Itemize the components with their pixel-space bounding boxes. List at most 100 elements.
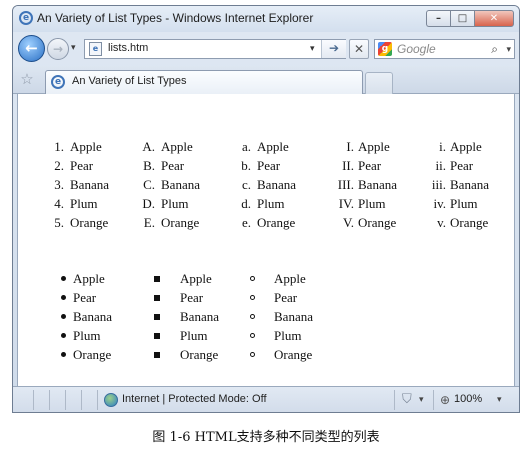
status-divider: [49, 390, 50, 410]
list-item-text: Pear: [450, 158, 474, 173]
maximize-button[interactable]: □: [450, 10, 474, 27]
address-input[interactable]: lists.htm: [108, 42, 148, 54]
list-marker: D.: [142, 196, 155, 211]
list-item-text: Orange: [180, 347, 219, 362]
list-marker: i.: [439, 139, 446, 154]
list-item-text: Orange: [358, 215, 397, 230]
search-icon[interactable]: ⌕: [491, 41, 498, 57]
list-item-text: Plum: [257, 196, 285, 211]
stop-button[interactable]: ✕: [349, 39, 369, 59]
list-marker: III.: [337, 177, 354, 192]
list-marker: 1.: [54, 139, 64, 154]
status-divider: [394, 390, 395, 410]
recent-pages-dropdown[interactable]: ▾: [71, 40, 76, 56]
list-marker: iii.: [431, 177, 446, 192]
address-dropdown-icon[interactable]: ▾: [310, 41, 315, 57]
list-item-text: Apple: [73, 271, 105, 286]
status-divider: [65, 390, 66, 410]
disc-bullet-icon: [61, 276, 66, 281]
status-divider: [97, 390, 98, 410]
security-zone-text[interactable]: Internet | Protected Mode: Off: [122, 393, 267, 405]
list-marker: a.: [241, 139, 251, 154]
tab-bar: ☆ e An Variety of List Types: [13, 66, 519, 94]
list-item-text: Pear: [73, 290, 97, 305]
list-item-text: Banana: [450, 177, 489, 192]
square-bullet-icon: [154, 314, 160, 320]
list-item-text: Plum: [73, 328, 101, 343]
page-content: 1. Apple 2. Pear 3. Banana 4. Plum 5. Orange A. App…: [17, 94, 515, 386]
list-item-text: Banana: [358, 177, 397, 192]
google-icon: g: [378, 42, 392, 56]
forward-button[interactable]: →: [47, 38, 69, 60]
square-bullet-icon: [154, 352, 160, 358]
list-item-text: Pear: [358, 158, 382, 173]
list-item-text: Apple: [274, 271, 306, 286]
list-marker: I.: [346, 139, 354, 154]
close-button[interactable]: ✕: [474, 10, 514, 27]
zoom-icon[interactable]: ⊕: [440, 392, 450, 408]
zoom-dropdown[interactable]: ▾: [497, 393, 502, 407]
window-title: An Variety of List Types - Windows Inter…: [37, 11, 314, 25]
page-icon: e: [89, 42, 102, 56]
list-item-text: Orange: [450, 215, 489, 230]
search-options-dropdown[interactable]: ▾: [506, 42, 511, 58]
disc-bullet-icon: [61, 295, 66, 300]
tab-label: An Variety of List Types: [72, 75, 187, 87]
status-divider: [81, 390, 82, 410]
list-item-text: Apple: [257, 139, 289, 154]
list-item-text: Banana: [73, 309, 112, 324]
list-item-text: Orange: [73, 347, 112, 362]
circle-bullet-icon: [250, 276, 255, 281]
list-item-text: Apple: [161, 139, 193, 154]
list-item-text: Apple: [358, 139, 390, 154]
list-marker: 5.: [54, 215, 64, 230]
disc-bullet-icon: [61, 333, 66, 338]
list-item-text: Pear: [274, 290, 298, 305]
list-marker: d.: [241, 196, 251, 211]
navigation-bar: ← → ▾ e lists.htm ▾ ➔ ✕ g Google ⌕ ▾: [13, 32, 519, 66]
ie-logo-icon: e: [19, 11, 33, 25]
back-button[interactable]: ←: [18, 35, 45, 62]
list-marker: E.: [143, 215, 155, 230]
new-tab-button[interactable]: [365, 72, 393, 94]
list-item-text: Plum: [450, 196, 478, 211]
list-item-text: Orange: [161, 215, 200, 230]
go-button[interactable]: ➔: [321, 40, 346, 58]
list-marker: iv.: [433, 196, 446, 211]
list-marker: 4.: [54, 196, 64, 211]
list-item-text: Plum: [70, 196, 98, 211]
list-marker: II.: [342, 158, 354, 173]
status-divider: [433, 390, 434, 410]
list-item-text: Plum: [274, 328, 302, 343]
disc-bullet-icon: [61, 352, 66, 357]
list-item-text: Banana: [274, 309, 313, 324]
favorites-star-icon[interactable]: ☆: [18, 70, 36, 88]
list-item-text: Banana: [257, 177, 296, 192]
list-marker: C.: [143, 177, 155, 192]
search-input[interactable]: Google: [397, 42, 436, 56]
list-item-text: Pear: [180, 290, 204, 305]
protected-mode-dropdown[interactable]: ▾: [419, 393, 424, 407]
zoom-level[interactable]: 100%: [454, 393, 482, 405]
list-item-text: Plum: [161, 196, 189, 211]
list-marker: ii.: [435, 158, 446, 173]
figure-caption: 图 1-6 HTML支持多种不同类型的列表: [152, 430, 380, 445]
square-bullet-icon: [154, 333, 160, 339]
address-bar[interactable]: e lists.htm ▾ ➔: [84, 39, 346, 59]
square-bullet-icon: [154, 276, 160, 282]
tab-active[interactable]: e An Variety of List Types: [45, 70, 363, 94]
search-box[interactable]: g Google ⌕ ▾: [374, 39, 515, 59]
disc-bullet-icon: [61, 314, 66, 319]
minimize-button[interactable]: –: [426, 10, 450, 27]
list-item-text: Apple: [180, 271, 212, 286]
protected-mode-icon[interactable]: ⛉: [402, 392, 412, 408]
list-item-text: Pear: [161, 158, 185, 173]
list-item-text: Apple: [70, 139, 102, 154]
square-bullet-icon: [154, 295, 160, 301]
list-item-text: Plum: [358, 196, 386, 211]
circle-bullet-icon: [250, 352, 255, 357]
list-marker: A.: [142, 139, 155, 154]
list-item-text: Pear: [257, 158, 281, 173]
window-controls: – □ ✕: [426, 10, 514, 27]
globe-icon: [104, 393, 118, 407]
